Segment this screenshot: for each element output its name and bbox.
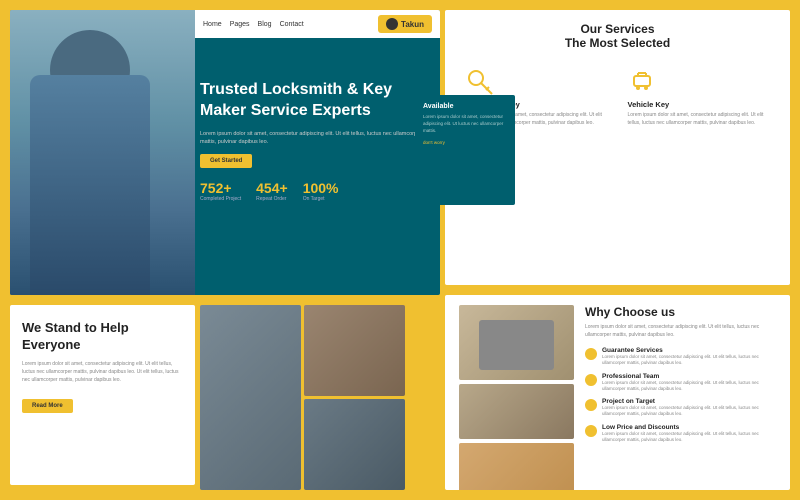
guarantee-icon (585, 348, 597, 360)
stand-title: We Stand to Help Everyone (22, 320, 183, 354)
price-title: Low Price and Discounts (602, 424, 780, 431)
nav-logo: Takun (378, 15, 432, 33)
logo-text: Takun (401, 20, 424, 29)
stat-repeat: 454+ Repeat Order (256, 180, 288, 202)
project-content: Project on Target Lorem ipsum dolor sit … (602, 398, 780, 418)
price-icon (585, 425, 597, 437)
hero-get-started-button[interactable]: Get Started (200, 154, 252, 168)
service-vehicle-key: Vehicle Key Lorem ipsum dolor sit amet, … (622, 62, 776, 133)
stand-read-more-button[interactable]: Read More (22, 399, 73, 413)
professional-desc: Lorem ipsum dolor sit amet, consectetur … (602, 380, 780, 393)
service-vehicle-key-name: Vehicle Key (628, 100, 770, 109)
stat-completed-number: 752+ (200, 180, 241, 196)
grid-image-keys (304, 305, 405, 396)
stat-target-label: On Target (303, 196, 339, 202)
key-image (459, 384, 574, 439)
hero-stats: 752+ Completed Project 454+ Repeat Order… (200, 180, 430, 202)
professional-icon (585, 374, 597, 386)
services-subtitle: The Most Selected (460, 36, 775, 50)
nav-home[interactable]: Home (203, 21, 222, 28)
guarantee-title: Guarantee Services (602, 347, 780, 354)
hero-description: Lorem ipsum dolor sit amet, consectetur … (200, 130, 430, 147)
available-description: Lorem ipsum dolor sit amet, consectetur … (423, 114, 507, 134)
available-card: Available Lorem ipsum dolor sit amet, co… (415, 95, 515, 205)
choose-title: Why Choose us (585, 305, 780, 319)
nav-blog[interactable]: Blog (258, 21, 272, 28)
available-note: don't worry (423, 140, 507, 145)
stat-completed-label: Completed Project (200, 196, 241, 202)
hero-title: Trusted Locksmith & Key Maker Service Ex… (200, 80, 430, 122)
nav-contact[interactable]: Contact (280, 21, 304, 28)
choose-item-price: Low Price and Discounts Lorem ipsum dolo… (585, 424, 780, 444)
price-desc: Lorem ipsum dolor sit amet, consectetur … (602, 431, 780, 444)
stat-completed: 752+ Completed Project (200, 180, 241, 202)
professional-content: Professional Team Lorem ipsum dolor sit … (602, 373, 780, 393)
hero-content: Trusted Locksmith & Key Maker Service Ex… (200, 40, 430, 202)
available-title: Available (423, 103, 507, 110)
choose-description: Lorem ipsum dolor sit amet, consectetur … (585, 324, 780, 339)
customize-key-icon (466, 68, 494, 96)
hero-nav: Home Pages Blog Contact Takun (195, 10, 440, 38)
stat-target: 100% On Target (303, 180, 339, 202)
service-vehicle-key-desc: Lorem ipsum dolor sit amet, consectetur … (628, 112, 770, 127)
grid-image-lock (304, 399, 405, 490)
stat-repeat-label: Repeat Order (256, 196, 288, 202)
project-icon (585, 399, 597, 411)
project-title: Project on Target (602, 398, 780, 405)
image-grid (200, 305, 405, 490)
hero-image (10, 10, 195, 295)
price-content: Low Price and Discounts Lorem ipsum dolo… (602, 424, 780, 444)
choose-content: Why Choose us Lorem ipsum dolor sit amet… (585, 305, 780, 449)
stand-panel: We Stand to Help Everyone Lorem ipsum do… (10, 305, 195, 485)
services-header: Our Services The Most Selected (460, 22, 775, 50)
stand-description: Lorem ipsum dolor sit amet, consectetur … (22, 360, 183, 384)
vehicle-key-icon (628, 68, 656, 96)
grid-image-locksmith (200, 305, 301, 490)
guarantee-content: Guarantee Services Lorem ipsum dolor sit… (602, 347, 780, 367)
professional-title: Professional Team (602, 373, 780, 380)
choose-item-professional: Professional Team Lorem ipsum dolor sit … (585, 373, 780, 393)
hero-person-image (10, 10, 195, 295)
stat-repeat-number: 454+ (256, 180, 288, 196)
choose-item-project: Project on Target Lorem ipsum dolor sit … (585, 398, 780, 418)
safe-image (459, 305, 574, 380)
stat-target-number: 100% (303, 180, 339, 196)
logo-icon (386, 18, 398, 30)
guarantee-desc: Lorem ipsum dolor sit amet, consectetur … (602, 354, 780, 367)
nav-pages[interactable]: Pages (230, 21, 250, 28)
services-title: Our Services (460, 22, 775, 36)
choose-panel: Why Choose us Lorem ipsum dolor sit amet… (445, 295, 790, 490)
page-wrapper: Home Pages Blog Contact Takun Trusted Lo… (0, 0, 800, 500)
choose-images (459, 305, 579, 490)
project-desc: Lorem ipsum dolor sit amet, consectetur … (602, 405, 780, 418)
lock-image (459, 443, 574, 490)
choose-item-guarantee: Guarantee Services Lorem ipsum dolor sit… (585, 347, 780, 367)
hero-panel: Home Pages Blog Contact Takun Trusted Lo… (10, 10, 440, 295)
